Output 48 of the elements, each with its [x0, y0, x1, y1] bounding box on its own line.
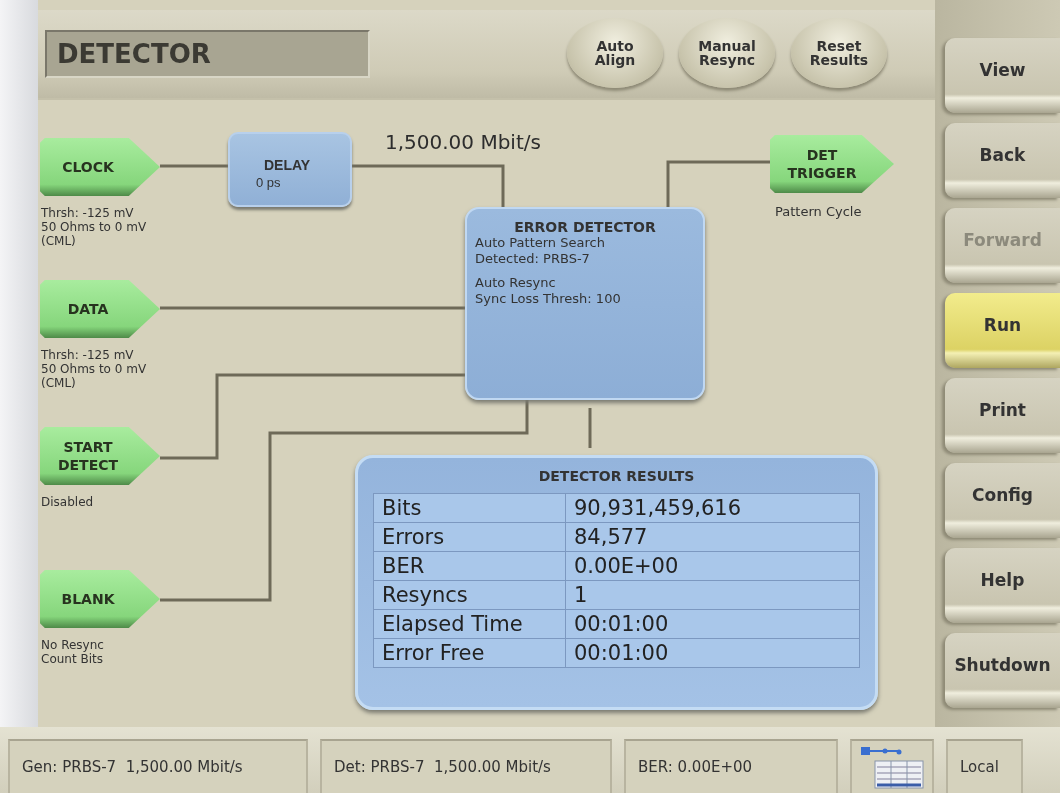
- table-cell: Resyncs: [373, 580, 566, 610]
- status-field: Gen: PRBS-7 1,500.00 Mbit/s: [8, 739, 308, 793]
- oval-button[interactable]: Manual Resync: [679, 18, 775, 88]
- block-caption: Pattern Cycle: [775, 205, 862, 219]
- status-panel[interactable]: [850, 739, 934, 793]
- nav-button[interactable]: Back: [945, 123, 1060, 198]
- table-cell: Elapsed Time: [373, 609, 566, 639]
- table-cell: 84,577: [565, 522, 860, 552]
- table-cell: 90,931,459,616: [565, 493, 860, 523]
- nav-button[interactable]: Config: [945, 463, 1060, 538]
- status-field: BER: 0.00E+00: [624, 739, 838, 793]
- signal-block[interactable]: BLANK: [40, 570, 160, 628]
- table-cell: 00:01:00: [565, 609, 860, 639]
- nav-button[interactable]: View: [945, 38, 1060, 113]
- block-caption: Thrsh: -125 mV 50 Ohms to 0 mV (CML): [41, 348, 147, 390]
- table-cell: BER: [373, 551, 566, 581]
- status-field: Local: [946, 739, 1023, 793]
- block-caption: No Resync Count Bits: [41, 638, 104, 666]
- connector-line: [160, 164, 228, 168]
- trigger-block[interactable]: DET TRIGGER: [770, 135, 894, 193]
- oval-button[interactable]: Auto Align: [567, 18, 663, 88]
- connector-line: [588, 408, 592, 448]
- table-diagram-icon: [859, 745, 925, 789]
- block-text: Auto Resync Sync Loss Thresh: 100: [475, 275, 622, 307]
- table-cell: 1: [565, 580, 860, 610]
- table-cell: 00:01:00: [565, 638, 860, 668]
- block-caption: Thrsh: -125 mV 50 Ohms to 0 mV (CML): [41, 206, 147, 248]
- table-cell: Error Free: [373, 638, 566, 668]
- table-cell: Errors: [373, 522, 566, 552]
- block-title: ERROR DETECTOR: [513, 219, 657, 235]
- nav-button[interactable]: Run: [945, 293, 1060, 368]
- signal-block[interactable]: START DETECT: [40, 427, 160, 485]
- block-text: Auto Pattern Search Detected: PRBS-7: [475, 235, 606, 267]
- nav-button[interactable]: Help: [945, 548, 1060, 623]
- signal-block[interactable]: CLOCK: [40, 138, 160, 196]
- bit-rate: 1,500.00 Mbit/s: [385, 130, 541, 154]
- status-field: Det: PRBS-7 1,500.00 Mbit/s: [320, 739, 612, 793]
- panel-title: DETECTOR RESULTS: [537, 468, 696, 484]
- delay-block[interactable]: DELAY 0 ps: [228, 132, 352, 207]
- signal-block[interactable]: DATA: [40, 280, 160, 338]
- oval-button[interactable]: Reset Results: [791, 18, 887, 88]
- table-cell: Bits: [373, 493, 566, 523]
- nav-button[interactable]: Shutdown: [945, 633, 1060, 708]
- screen-title: DETECTOR: [45, 30, 370, 78]
- error-detector-block[interactable]: ERROR DETECTOR Auto Pattern Search Detected: PRBS-7 Auto Resync Sync Loss Thresh: 100: [465, 207, 705, 400]
- table-cell: 0.00E+00: [565, 551, 860, 581]
- block-caption: Disabled: [41, 495, 94, 509]
- nav-button[interactable]: Print: [945, 378, 1060, 453]
